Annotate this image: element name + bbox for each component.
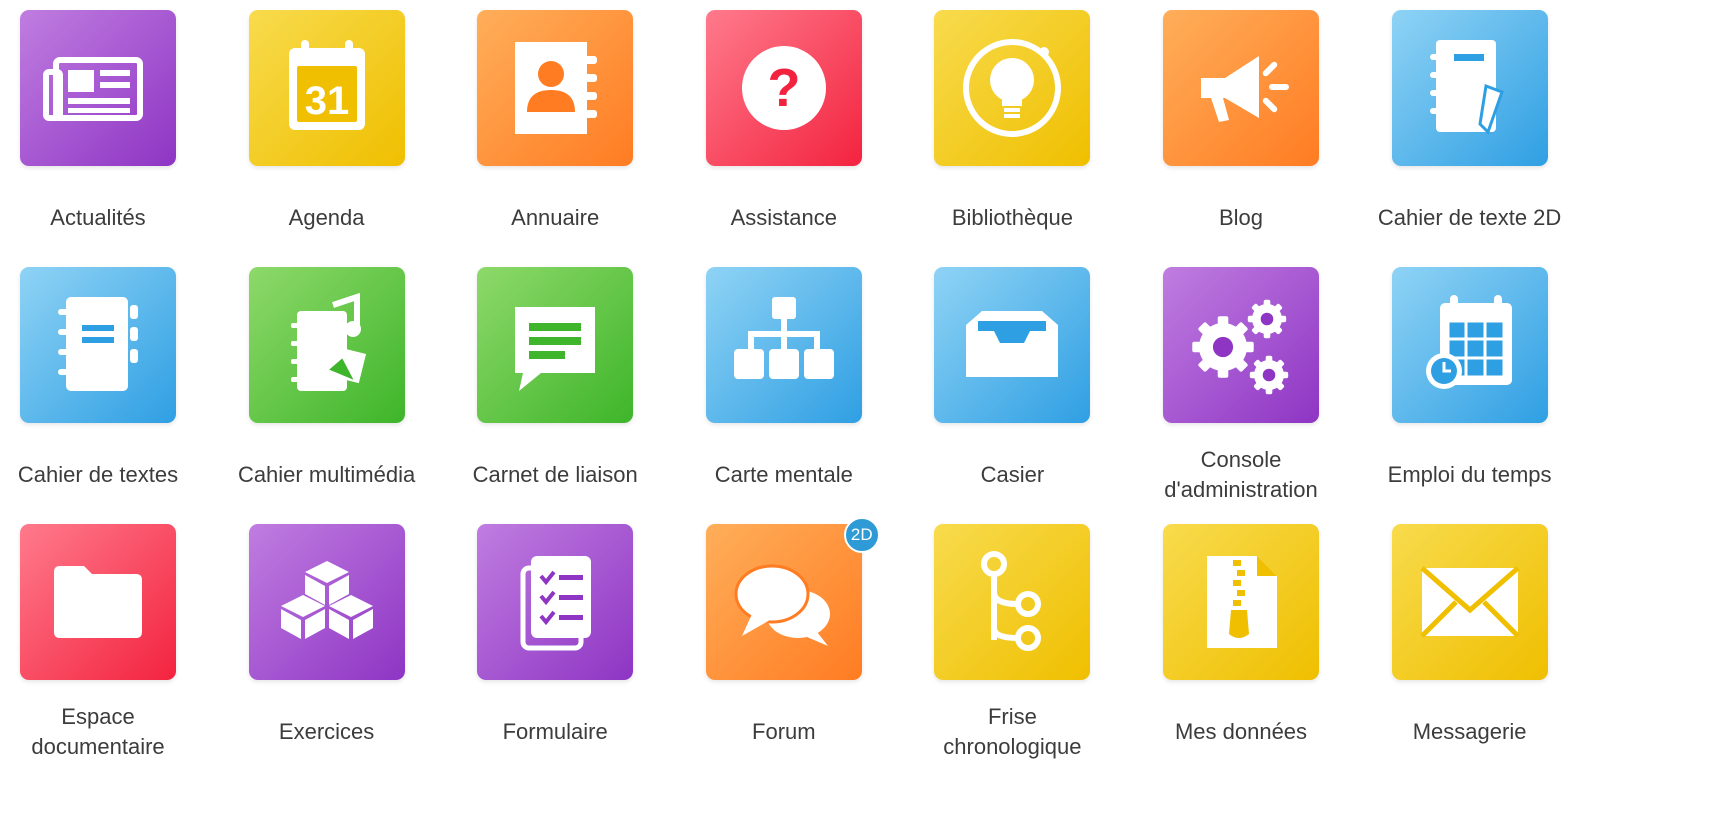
app-emploi-du-temps[interactable]: Emploi du temps: [1345, 267, 1595, 527]
app-label: Messagerie: [1412, 719, 1527, 744]
app-bibliotheque[interactable]: Bibliothèque: [887, 10, 1137, 270]
app-tile[interactable]: [1391, 10, 1548, 166]
app-tile[interactable]: [934, 10, 1091, 166]
app-cahier-de-texte-2d[interactable]: Cahier de texte 2D: [1345, 10, 1595, 270]
inbox-tray-icon: [966, 311, 1059, 377]
app-tile[interactable]: [934, 524, 1091, 680]
app-label: Assistance: [730, 205, 837, 230]
app-tile[interactable]: [477, 267, 634, 423]
gears-icon: [1192, 299, 1289, 395]
app-frise-chronologique[interactable]: Frise chronologique: [887, 524, 1137, 784]
app-tile[interactable]: [20, 10, 176, 166]
app-carte-mentale[interactable]: Carte mentale: [659, 267, 909, 527]
svg-text:?: ?: [767, 58, 800, 118]
app-tile[interactable]: [248, 267, 405, 423]
notebook-pen-icon: [1429, 40, 1504, 135]
app-casier[interactable]: Casier: [887, 267, 1137, 527]
app-tile[interactable]: [1163, 10, 1319, 166]
envelope-icon: [1419, 566, 1520, 638]
app-annuaire[interactable]: Annuaire: [430, 10, 680, 270]
app-tile[interactable]: [248, 524, 405, 680]
app-label: Exercices: [278, 719, 375, 744]
app-label: Carte mentale: [714, 462, 853, 487]
app-tile[interactable]: [20, 524, 176, 680]
app-cahier-multimedia[interactable]: Cahier multimédia: [202, 267, 452, 527]
app-label: Cahier de textes: [17, 462, 179, 487]
app-label: Forum: [752, 719, 816, 744]
app-launcher-grid: Actualités 31 Agenda Annuaire ? Assistance…: [0, 0, 1722, 824]
checklist-icon: [520, 556, 592, 651]
newspaper-icon: [43, 57, 143, 121]
timeline-icon: [981, 551, 1042, 651]
notebook-icon: [58, 297, 138, 391]
app-espace-documentaire[interactable]: Espace documentaire: [0, 524, 223, 784]
app-label: Annuaire: [511, 205, 600, 230]
app-label: Cahier multimédia: [237, 462, 416, 487]
app-tile[interactable]: [705, 267, 862, 423]
app-tile[interactable]: [1163, 524, 1319, 680]
app-label: Actualités: [50, 205, 146, 230]
app-label: Cahier de texte 2D: [1377, 205, 1562, 230]
app-formulaire[interactable]: Formulaire: [430, 524, 680, 784]
app-label: Formulaire: [502, 719, 608, 744]
app-tile[interactable]: [1163, 267, 1319, 423]
speech-bubble-icon: [515, 307, 596, 391]
app-messagerie[interactable]: Messagerie: [1345, 524, 1595, 784]
app-label: Frise chronologique: [943, 704, 1082, 759]
megaphone-icon: [1201, 56, 1289, 122]
app-label: Console d'administration: [1164, 447, 1318, 502]
chat-bubbles-icon: [734, 564, 830, 646]
app-tile[interactable]: [477, 10, 634, 166]
app-badge: 2D: [843, 517, 880, 553]
app-label: Agenda: [288, 205, 365, 230]
app-tile[interactable]: [20, 267, 176, 423]
help-icon: ?: [741, 46, 826, 130]
app-tile[interactable]: ?: [705, 10, 862, 166]
app-agenda[interactable]: 31 Agenda: [202, 10, 452, 270]
sitemap-icon: [733, 297, 834, 379]
app-label: Espace documentaire: [31, 704, 165, 759]
cubes-icon: [280, 561, 373, 639]
app-mes-donnees[interactable]: Mes données: [1116, 524, 1366, 784]
app-cahier-de-textes[interactable]: Cahier de textes: [0, 267, 223, 527]
svg-text:31: 31: [304, 79, 349, 123]
schedule-icon: [1425, 295, 1512, 389]
zip-file-icon: [1207, 556, 1277, 648]
app-blog[interactable]: Blog: [1116, 10, 1366, 270]
app-tile[interactable]: [934, 267, 1091, 423]
calendar-icon: 31: [288, 40, 365, 130]
app-exercices[interactable]: Exercices: [202, 524, 452, 784]
app-label: Bibliothèque: [951, 205, 1073, 230]
app-label: Blog: [1218, 205, 1264, 230]
app-tile[interactable]: 31: [248, 10, 405, 166]
app-tile[interactable]: [705, 524, 862, 680]
folder-icon: [54, 566, 142, 638]
app-actualites[interactable]: Actualités: [0, 10, 223, 270]
address-book-icon: [515, 42, 598, 134]
app-forum[interactable]: 2D Forum: [659, 517, 909, 784]
app-label: Emploi du temps: [1387, 462, 1552, 487]
app-assistance[interactable]: ? Assistance: [659, 10, 909, 270]
app-console-administration[interactable]: Console d'administration: [1116, 267, 1366, 527]
app-label: Carnet de liaison: [472, 462, 638, 487]
multimedia-notebook-icon: [290, 292, 366, 391]
app-tile[interactable]: [1391, 267, 1548, 423]
app-tile[interactable]: [1391, 524, 1548, 680]
app-tile[interactable]: [477, 524, 634, 680]
app-label: Casier: [980, 462, 1045, 487]
lightbulb-icon: [963, 39, 1062, 137]
app-label: Mes données: [1174, 719, 1308, 744]
app-carnet-de-liaison[interactable]: Carnet de liaison: [430, 267, 680, 527]
